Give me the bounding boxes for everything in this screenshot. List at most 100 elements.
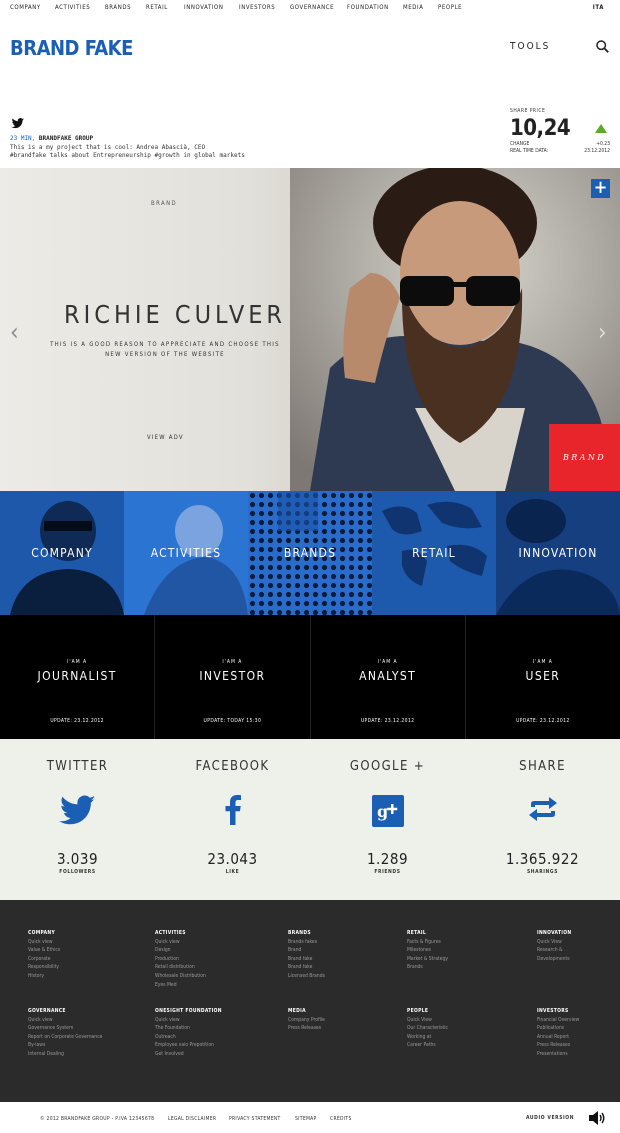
footer-heading[interactable]: RETAIL [407, 929, 448, 938]
role-analyst[interactable]: I'AM A ANALYST UPDATE: 23.12.2012 [311, 615, 466, 739]
footer-link[interactable]: Publications [537, 1024, 579, 1033]
footer-link[interactable]: Press Releases [537, 1041, 579, 1050]
search-icon[interactable] [596, 40, 609, 53]
footer-link[interactable]: Corporate [28, 955, 60, 964]
footer-heading[interactable]: ONESIGHT FOUNDATION [155, 1007, 222, 1016]
tile-retail[interactable]: RETAIL [372, 491, 496, 615]
social-share[interactable]: SHARE 1.365.922 SHARINGS [465, 739, 620, 900]
tile-company[interactable]: COMPANY [0, 491, 124, 615]
footer-link[interactable]: Research & [537, 946, 571, 955]
bottom-bar: © 2012 BRANDFAKE GROUP - P.IVA 12345678 … [0, 1102, 620, 1133]
footer-link[interactable]: Report on Corporate Governance [28, 1033, 102, 1042]
footer-link[interactable]: Career Paths [407, 1041, 448, 1050]
footer-link[interactable]: Licensed Brands [288, 972, 325, 981]
footer-link[interactable]: Market & Strategy [407, 955, 448, 964]
tile-brands[interactable]: BRANDS [248, 491, 372, 615]
footer-link[interactable]: Brand fake [288, 955, 325, 964]
share-arrows-icon[interactable] [527, 795, 559, 823]
tile-activities[interactable]: ACTIVITIES [124, 491, 248, 615]
footer-link[interactable]: Design [155, 946, 206, 955]
footer-link[interactable]: Quick View [537, 938, 571, 947]
footer-link[interactable]: Brand fake [288, 963, 325, 972]
footer-link[interactable]: Employee vaio Prepotition [155, 1041, 222, 1050]
nav-people[interactable]: PEOPLE [438, 4, 462, 11]
nav-company[interactable]: COMPANY [10, 4, 41, 11]
nav-investors[interactable]: INVESTORS [239, 4, 275, 11]
prev-arrow-icon[interactable]: ‹ [10, 318, 19, 346]
next-arrow-icon[interactable]: › [598, 318, 607, 346]
role-update: UPDATE: 23.12.2012 [50, 718, 104, 724]
footer-link[interactable]: Value & Ethics [28, 946, 60, 955]
footer-link[interactable]: Brands fakes [288, 938, 325, 947]
footer-heading[interactable]: COMPANY [28, 929, 60, 938]
footer-heading[interactable]: PEOPLE [407, 1007, 448, 1016]
footer-link[interactable]: Responsibility [28, 963, 60, 972]
nav-foundation[interactable]: FOUNDATION [347, 4, 389, 11]
footer-link[interactable]: Working at [407, 1033, 448, 1042]
footer-link[interactable]: Production [155, 955, 206, 964]
footer-link[interactable]: Annual Report [537, 1033, 579, 1042]
language-switch[interactable]: ITA [593, 4, 604, 11]
nav-media[interactable]: MEDIA [403, 4, 424, 11]
footer-link[interactable]: Presentations [537, 1050, 579, 1059]
footer-link[interactable]: Quick view [155, 1016, 222, 1025]
role-user[interactable]: I'AM A USER UPDATE: 23.12.2012 [466, 615, 620, 739]
sitemap-link[interactable]: SITEMAP [295, 1116, 317, 1122]
brand-badge[interactable]: BRAND [549, 424, 620, 491]
expand-plus-button[interactable]: + [591, 179, 610, 198]
footer-link[interactable]: Get Involved [155, 1050, 222, 1059]
footer-link[interactable]: Press Releases [288, 1024, 325, 1033]
footer-link[interactable]: Quick view [28, 938, 60, 947]
tools-menu[interactable]: TOOLS [510, 41, 550, 52]
footer-link[interactable]: Retail distribution [155, 963, 206, 972]
privacy-statement-link[interactable]: PRIVACY STATEMENT [229, 1116, 281, 1122]
footer-link[interactable]: Internal Dealing [28, 1050, 102, 1059]
tile-innovation[interactable]: INNOVATION [496, 491, 620, 615]
footer-link[interactable]: Financial Overview [537, 1016, 579, 1025]
footer-link[interactable]: Our Characteristic [407, 1024, 448, 1033]
role-investor[interactable]: I'AM A INVESTOR UPDATE: TODAY 15:30 [155, 615, 311, 739]
footer-link[interactable]: Quick View [407, 1016, 448, 1025]
facebook-icon[interactable] [225, 795, 241, 825]
credits-link[interactable]: CREDITS [330, 1116, 352, 1122]
nav-brands[interactable]: BRANDS [105, 4, 131, 11]
social-google-plus[interactable]: GOOGLE + g 1.289 FRIENDS [310, 739, 465, 900]
twitter-bird-icon[interactable] [58, 795, 97, 827]
footer-heading[interactable]: GOVERNANCE [28, 1007, 102, 1016]
footer-link[interactable]: By-laws [28, 1041, 102, 1050]
footer-heading[interactable]: INNOVATION [537, 929, 571, 938]
footer-heading[interactable]: BRANDS [288, 929, 325, 938]
footer-link[interactable]: Brand [288, 946, 325, 955]
footer-link[interactable]: History [28, 972, 60, 981]
speaker-icon[interactable] [588, 1110, 606, 1126]
social-facebook[interactable]: FACEBOOK 23.043 LIKE [155, 739, 310, 900]
footer-link[interactable]: Developments [537, 955, 571, 964]
google-plus-icon[interactable]: g [371, 795, 404, 827]
footer-link[interactable]: Quick view [28, 1016, 102, 1025]
footer-link[interactable]: Eyes Med [155, 981, 206, 990]
social-twitter[interactable]: TWITTER 3.039 FOLLOWERS [0, 739, 155, 900]
role-journalist[interactable]: I'AM A JOURNALIST UPDATE: 23.12.2012 [0, 615, 156, 739]
view-adv-link[interactable]: VIEW ADV [147, 434, 184, 441]
nav-governance[interactable]: GOVERNANCE [290, 4, 334, 11]
footer-link[interactable]: Outreach [155, 1033, 222, 1042]
footer-link[interactable]: Facts & Figures [407, 938, 448, 947]
footer-link[interactable]: Quick view [155, 938, 206, 947]
tweet-author[interactable]: BRANDFAKE GROUP [39, 135, 93, 142]
footer-heading[interactable]: ACTIVITIES [155, 929, 206, 938]
footer-link[interactable]: Governance System [28, 1024, 102, 1033]
logo[interactable]: BRAND FAKE [10, 36, 133, 60]
audio-version-link[interactable]: AUDIO VERSION [526, 1115, 574, 1121]
nav-innovation[interactable]: INNOVATION [184, 4, 224, 11]
footer-link[interactable]: Wholesale Distribution [155, 972, 206, 981]
footer-link[interactable]: Company Profile [288, 1016, 325, 1025]
role-prefix: I'AM A [67, 659, 88, 665]
footer-heading[interactable]: MEDIA [288, 1007, 325, 1016]
footer-heading[interactable]: INVESTORS [537, 1007, 579, 1016]
footer-link[interactable]: The Foundation [155, 1024, 222, 1033]
nav-activities[interactable]: ACTIVITIES [55, 4, 90, 11]
footer-link[interactable]: Brands [407, 963, 448, 972]
legal-disclaimer-link[interactable]: LEGAL DISCLAIMER [168, 1116, 216, 1122]
footer-link[interactable]: Milestones [407, 946, 448, 955]
nav-retail[interactable]: RETAIL [146, 4, 168, 11]
